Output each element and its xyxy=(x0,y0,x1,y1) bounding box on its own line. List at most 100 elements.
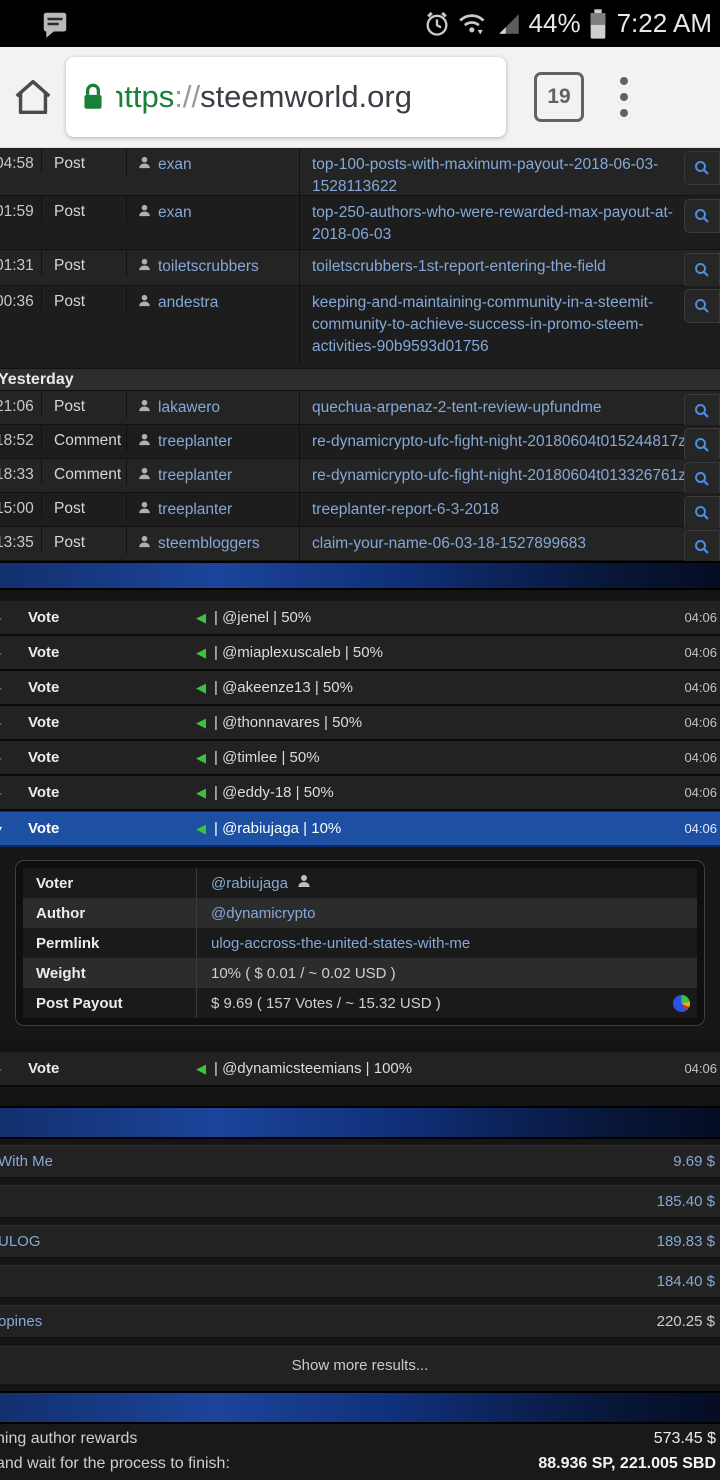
search-button[interactable] xyxy=(684,289,720,323)
search-button[interactable] xyxy=(684,394,720,428)
author-link[interactable]: exan xyxy=(158,204,192,222)
author-link[interactable]: andestra xyxy=(158,294,218,312)
section-divider-bar xyxy=(0,1106,720,1139)
permlink-link[interactable]: treeplanter-report-6-3-2018 xyxy=(299,493,684,527)
row-type: Post xyxy=(41,493,126,518)
author-link[interactable]: treeplanter xyxy=(158,501,232,519)
table-row[interactable]: 01:59 Post exan top-250-authors-who-were… xyxy=(0,196,720,252)
upvote-triangle-icon: ◀ xyxy=(196,679,206,695)
tab-switcher-button[interactable]: 19 xyxy=(534,72,584,122)
table-row[interactable]: 21:06 Post lakawero quechua-arpenaz-2-te… xyxy=(0,391,720,428)
vote-time: 04:06 xyxy=(684,785,717,800)
pie-chart-icon[interactable] xyxy=(673,994,690,1012)
author-link[interactable]: steembloggers xyxy=(158,535,260,553)
person-icon xyxy=(137,534,152,554)
payout-value: $ 9.69 ( 157 Votes / ~ 15.32 USD ) xyxy=(211,994,441,1012)
author-link[interactable]: treeplanter xyxy=(158,467,232,485)
vote-row-selected[interactable]: ▾ Vote ◀ | @rabiujaga | 10% 04:06 xyxy=(0,811,720,847)
permlink-link[interactable]: re-dynamicrypto-ufc-fight-night-20180604… xyxy=(299,425,684,459)
search-button[interactable] xyxy=(684,253,720,287)
chevron-right-icon: ▸ xyxy=(0,611,8,625)
chevron-right-icon: ▸ xyxy=(0,1062,8,1076)
table-row[interactable]: 15:00 Post treeplanter treeplanter-repor… xyxy=(0,493,720,530)
vote-time: 04:06 xyxy=(684,610,717,625)
author-link[interactable]: treeplanter xyxy=(158,433,232,451)
permlink-link[interactable]: toiletscrubbers-1st-report-entering-the-… xyxy=(299,250,684,284)
table-row[interactable]: 18:33 Comment treeplanter re-dynamicrypt… xyxy=(0,459,720,496)
vote-row[interactable]: ▸ Vote ◀ | @miaplexuscaleb | 50% 04:06 xyxy=(0,636,720,671)
search-button[interactable] xyxy=(684,428,720,462)
vote-row[interactable]: ▸ Vote ◀ | @thonnavares | 50% 04:06 xyxy=(0,706,720,741)
page-content: 04:58 Post exan top-100-posts-with-maxim… xyxy=(0,148,720,1480)
vote-type-label: Vote xyxy=(28,784,60,801)
result-title: opines xyxy=(0,1313,43,1330)
permlink-link[interactable]: re-dynamicrypto-ufc-fight-night-20180604… xyxy=(299,459,684,493)
permlink-link[interactable]: top-250-authors-who-were-rewarded-max-pa… xyxy=(299,196,684,252)
url-scheme: https xyxy=(116,79,175,114)
table-row[interactable]: 18:52 Comment treeplanter re-dynamicrypt… xyxy=(0,425,720,462)
vote-time: 04:06 xyxy=(684,715,717,730)
row-time: 18:52 xyxy=(0,432,34,449)
table-row[interactable]: 13:35 Post steembloggers claim-your-name… xyxy=(0,527,720,564)
vote-row[interactable]: ▸ Vote ◀ | @jenel | 50% 04:06 xyxy=(0,601,720,636)
vote-row[interactable]: ▸ Vote ◀ | @dynamicsteemians | 100% 04:0… xyxy=(0,1052,720,1087)
detail-row-payout: Post Payout $ 9.69 ( 157 Votes / ~ 15.32… xyxy=(23,988,697,1018)
tab-count: 19 xyxy=(547,85,571,108)
person-icon xyxy=(137,203,152,223)
vote-time: 04:06 xyxy=(684,680,717,695)
vote-detail-panel: Voter @rabiujaga Author @dynamicrypto Pe… xyxy=(15,860,705,1026)
vote-target: | @jenel | 50% xyxy=(214,609,312,626)
author-link[interactable]: @dynamicrypto xyxy=(211,905,315,922)
table-row[interactable]: 00:36 Post andestra keeping-and-maintain… xyxy=(0,286,720,369)
detail-row-weight: Weight 10% ( $ 0.01 / ~ 0.02 USD ) xyxy=(23,958,697,988)
alarm-icon xyxy=(423,10,451,38)
row-type: Comment xyxy=(41,459,126,484)
message-notification-icon xyxy=(40,9,70,39)
vote-type-label: Vote xyxy=(28,609,60,626)
row-type: Post xyxy=(41,286,126,311)
permlink-link[interactable]: quechua-arpenaz-2-tent-review-upfundme xyxy=(299,391,684,425)
permlink-link[interactable]: ulog-accross-the-united-states-with-me xyxy=(211,935,470,952)
result-row[interactable]: 185.40 $ xyxy=(0,1185,720,1218)
author-link[interactable]: lakawero xyxy=(158,399,220,417)
vote-row[interactable]: ▸ Vote ◀ | @timlee | 50% 04:06 xyxy=(0,741,720,776)
upvote-triangle-icon: ◀ xyxy=(196,820,206,836)
home-button[interactable] xyxy=(0,74,66,120)
vote-type-label: Vote xyxy=(28,1060,60,1077)
author-link[interactable]: exan xyxy=(158,156,192,174)
person-icon xyxy=(137,398,152,418)
upvote-triangle-icon: ◀ xyxy=(196,784,206,800)
vote-row[interactable]: ▸ Vote ◀ | @akeenze13 | 50% 04:06 xyxy=(0,671,720,706)
upvote-triangle-icon: ◀ xyxy=(196,609,206,625)
vote-row[interactable]: ▸ Vote ◀ | @eddy-18 | 50% 04:06 xyxy=(0,776,720,811)
permlink-link[interactable]: claim-your-name-06-03-18-1527899683 xyxy=(299,527,684,561)
search-button[interactable] xyxy=(684,462,720,496)
upvote-triangle-icon: ◀ xyxy=(196,644,206,660)
row-type: Post xyxy=(41,250,126,275)
browser-menu-button[interactable] xyxy=(620,77,628,117)
search-button[interactable] xyxy=(684,530,720,564)
vote-type-label: Vote xyxy=(28,714,60,731)
chevron-right-icon: ▸ xyxy=(0,751,8,765)
footer-line2-value: 88.936 SP, 221.005 SBD xyxy=(538,1455,716,1472)
table-row[interactable]: 04:58 Post exan top-100-posts-with-maxim… xyxy=(0,148,720,204)
search-button[interactable] xyxy=(684,496,720,530)
result-row[interactable]: ULOG 189.83 $ xyxy=(0,1225,720,1258)
result-row[interactable]: With Me 9.69 $ xyxy=(0,1145,720,1178)
result-payout: 184.40 $ xyxy=(656,1273,715,1290)
table-row[interactable]: 01:31 Post toiletscrubbers toiletscrubbe… xyxy=(0,250,720,287)
search-button[interactable] xyxy=(684,199,720,233)
search-button[interactable] xyxy=(684,151,720,185)
result-row[interactable]: opines 220.25 $ xyxy=(0,1305,720,1338)
detail-row-permlink: Permlink ulog-accross-the-united-states-… xyxy=(23,928,697,958)
vote-time: 04:06 xyxy=(684,821,717,836)
author-link[interactable]: toiletscrubbers xyxy=(158,258,259,276)
result-row[interactable]: 184.40 $ xyxy=(0,1265,720,1298)
address-bar[interactable]: https://steemworld.org xyxy=(66,57,506,137)
result-payout: 9.69 $ xyxy=(673,1153,715,1170)
permlink-link[interactable]: keeping-and-maintaining-community-in-a-s… xyxy=(299,286,684,364)
voter-link[interactable]: @rabiujaga xyxy=(211,875,288,892)
show-more-results-button[interactable]: Show more results... xyxy=(0,1346,720,1384)
person-icon[interactable] xyxy=(296,873,312,893)
browser-toolbar: https://steemworld.org 19 xyxy=(0,47,720,148)
